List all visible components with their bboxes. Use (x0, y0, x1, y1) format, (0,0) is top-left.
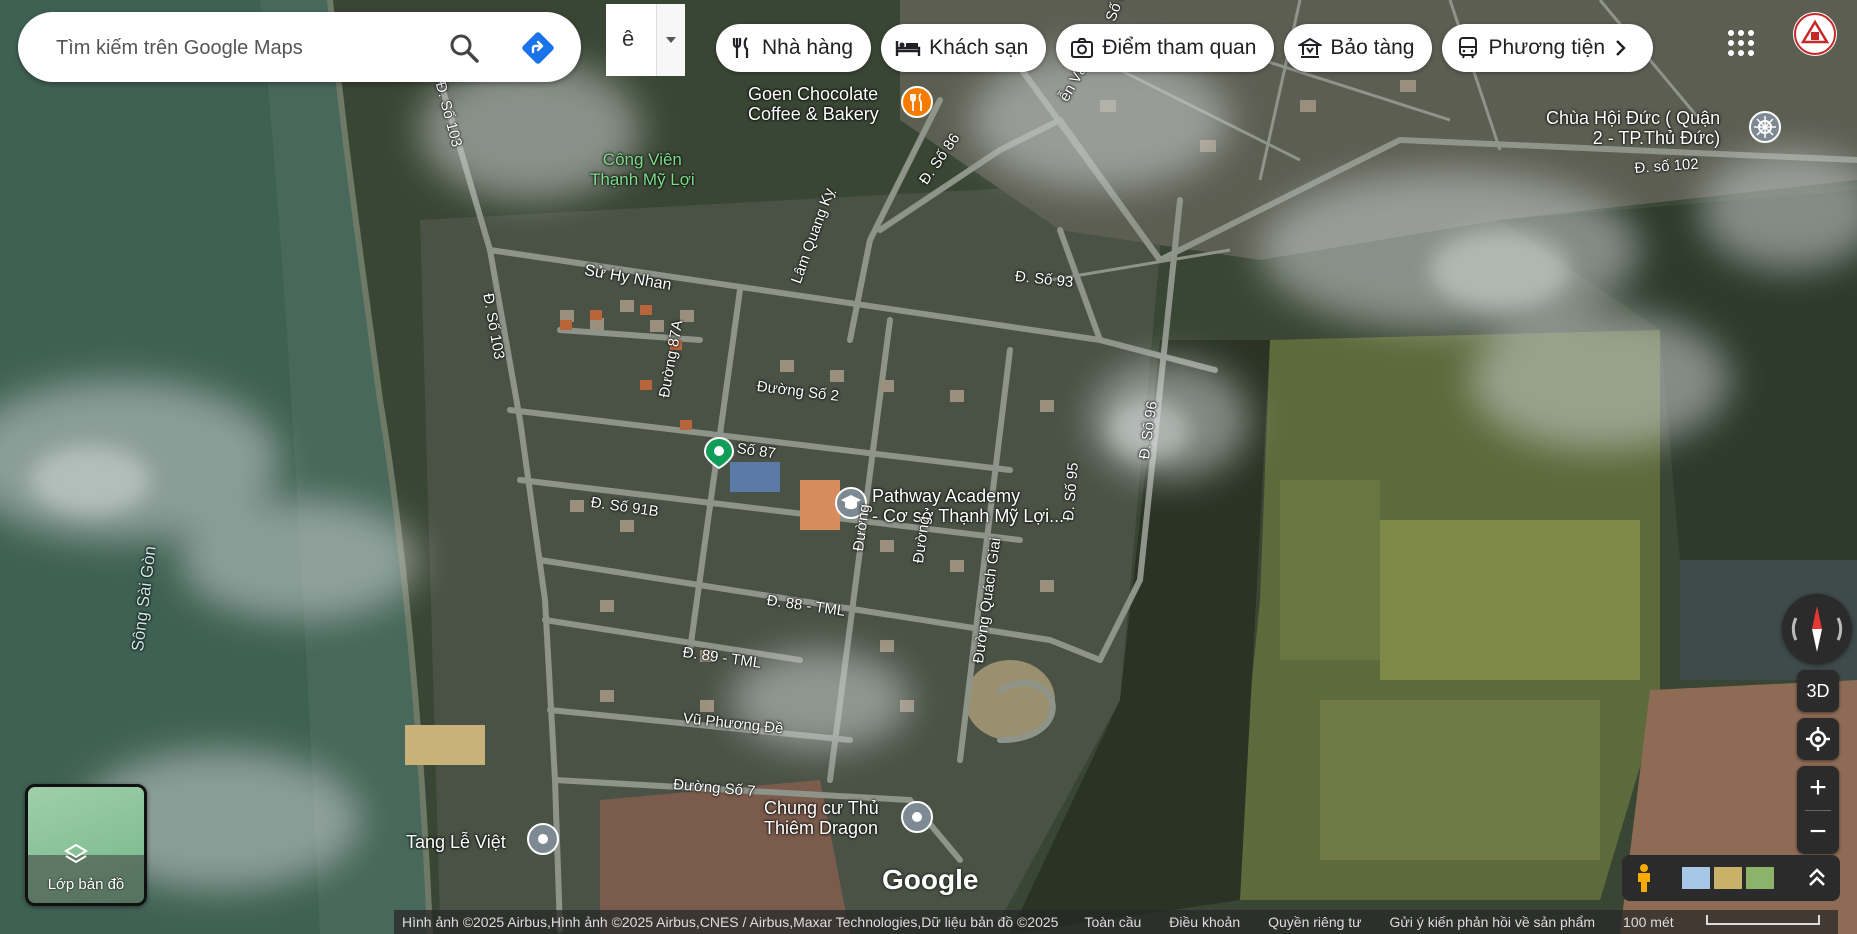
global-link[interactable]: Toàn cầu (1084, 914, 1141, 930)
poi-chungcu-label[interactable]: Chung cư Thủ Thiêm Dragon (764, 798, 879, 838)
chip-label: Bảo tàng (1330, 36, 1415, 59)
input-method-dropdown[interactable] (656, 4, 685, 76)
terms-link[interactable]: Điều khoản (1169, 914, 1240, 930)
input-method-button[interactable]: ê (606, 4, 685, 76)
chevron-right-icon[interactable] (1609, 36, 1631, 60)
privacy-link[interactable]: Quyền riêng tư (1268, 914, 1361, 930)
search-box (18, 12, 581, 82)
chip-label: Khách sạn (929, 36, 1029, 59)
fork-knife-icon (732, 37, 749, 58)
scale-label: 100 mét (1623, 914, 1674, 930)
chevron-up-icon[interactable] (1806, 865, 1828, 891)
restaurant-pin-icon[interactable] (900, 85, 934, 119)
chip-label: Nhà hàng (762, 36, 854, 59)
compass-icon (1791, 606, 1843, 652)
chip-attractions[interactable]: Điểm tham quan (1056, 24, 1275, 72)
poi-goen-label[interactable]: Goen Chocolate Coffee & Bakery (748, 84, 879, 124)
my-location-icon (1806, 727, 1830, 751)
pegman-icon[interactable] (1632, 863, 1656, 893)
zoom-controls: + − (1797, 766, 1839, 854)
chip-museums[interactable]: Bảo tàng (1284, 24, 1433, 72)
temple-pin-icon[interactable] (1748, 110, 1782, 144)
map-type-thumbnails-icon[interactable] (1682, 867, 1776, 889)
green-location-pin-icon[interactable] (702, 436, 736, 470)
layers-button[interactable]: Lớp bản đồ (25, 784, 147, 906)
scale-bar (1705, 915, 1820, 925)
layers-icon (64, 843, 88, 864)
dropdown-arrow-icon (666, 37, 676, 43)
transit-icon (1459, 37, 1478, 59)
bed-icon (895, 41, 921, 56)
input-char: ê (622, 26, 635, 51)
map-bottom-controls (1622, 855, 1840, 901)
museum-icon (1298, 37, 1323, 58)
zoom-out-button[interactable]: − (1797, 810, 1839, 854)
zoom-in-button[interactable]: + (1797, 766, 1839, 810)
poi-chua-label[interactable]: Chùa Hội Đức ( Quận 2 - TP.Thủ Đức) (1546, 108, 1720, 148)
google-apps-icon[interactable] (1726, 28, 1756, 58)
camera-icon (1071, 38, 1094, 58)
my-location-button[interactable] (1797, 718, 1839, 760)
chip-label: Điểm tham quan (1102, 36, 1257, 59)
map-footer: Hình ảnh ©2025 Airbus,Hình ảnh ©2025 Air… (394, 910, 1838, 934)
account-avatar[interactable] (1793, 12, 1837, 56)
park-label[interactable]: Công Viên Thạnh Mỹ Lợi (590, 150, 695, 190)
poi-pathway-label[interactable]: Pathway Academy - Cơ sở Thạnh Mỹ Lợi... (872, 486, 1064, 526)
3d-label: 3D (1806, 680, 1830, 701)
directions-icon[interactable] (522, 32, 554, 64)
poi-tangle-label[interactable]: Tang Lễ Việt (406, 832, 506, 852)
compass-button[interactable] (1782, 594, 1852, 664)
chip-restaurants[interactable]: Nhà hàng (716, 24, 872, 72)
avatar-logo-icon (1794, 13, 1836, 55)
place-pin-icon[interactable] (526, 822, 560, 856)
feedback-link[interactable]: Gửi ý kiến phản hồi về sản phẩm (1390, 914, 1596, 930)
chip-hotels[interactable]: Khách sạn (881, 24, 1047, 72)
search-input[interactable] (54, 30, 438, 66)
google-logo: Google (882, 864, 979, 895)
chip-transit[interactable]: Phương tiện (1442, 24, 1654, 72)
chip-label: Phương tiện (1488, 36, 1606, 59)
apartment-pin-icon[interactable] (900, 800, 934, 834)
imagery-attribution: Hình ảnh ©2025 Airbus,Hình ảnh ©2025 Air… (402, 914, 1059, 930)
layers-label: Lớp bản đồ (47, 876, 125, 893)
category-chips: Nhà hàng Khách sạn Điểm tham quan Bảo tà… (716, 24, 1654, 72)
scale-control[interactable]: 100 mét (1623, 914, 1848, 930)
search-icon[interactable] (448, 32, 480, 64)
3d-toggle-button[interactable]: 3D (1797, 670, 1839, 712)
